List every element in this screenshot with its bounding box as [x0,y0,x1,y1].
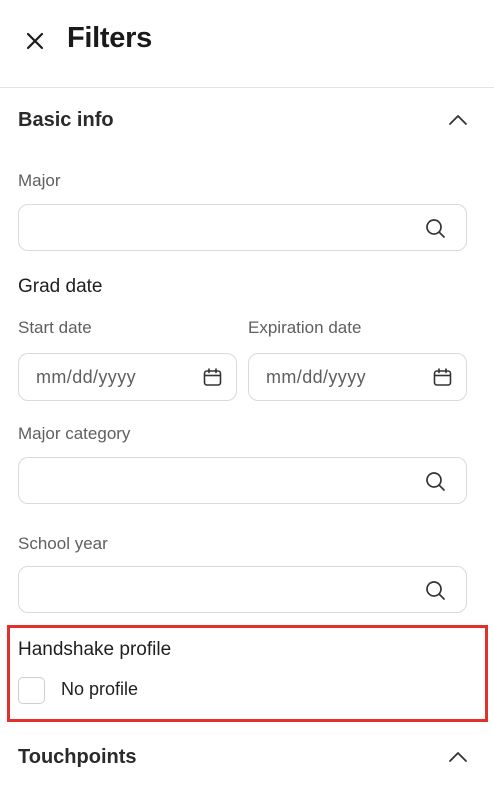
expiration-date-label: Expiration date [248,318,362,337]
close-icon [26,32,44,50]
chevron-up-icon [446,745,470,769]
calendar-icon[interactable] [432,367,453,388]
page-title: Filters [67,22,152,54]
start-date-placeholder: mm/dd/yyyy [36,367,137,387]
expiration-date-placeholder: mm/dd/yyyy [266,367,367,387]
close-button[interactable] [22,28,48,54]
major-search-field [18,204,467,251]
major-category-input[interactable] [19,458,466,503]
major-label: Major [18,171,61,190]
start-date-label: Start date [18,318,92,337]
handshake-profile-label: Handshake profile [18,639,172,660]
major-category-label: Major category [18,424,131,443]
section-title-basic-info: Basic info [18,108,114,131]
start-date-input[interactable]: mm/dd/yyyy [18,353,237,401]
school-year-input[interactable] [19,567,466,612]
major-input[interactable] [19,205,466,250]
filters-header: Filters [0,0,494,88]
section-toggle-touchpoints[interactable]: Touchpoints [18,740,470,774]
calendar-icon[interactable] [202,367,223,388]
school-year-search-field [18,566,467,613]
chevron-up-icon [446,108,470,132]
search-icon[interactable] [425,471,446,492]
grad-date-label: Grad date [18,276,103,297]
no-profile-label[interactable]: No profile [61,679,138,700]
section-title-touchpoints: Touchpoints [18,745,137,768]
section-toggle-basic-info[interactable]: Basic info [18,103,470,137]
school-year-label: School year [18,534,108,553]
search-icon[interactable] [425,580,446,601]
search-icon[interactable] [425,218,446,239]
no-profile-checkbox[interactable] [18,677,45,704]
expiration-date-input[interactable]: mm/dd/yyyy [248,353,467,401]
major-category-search-field [18,457,467,504]
